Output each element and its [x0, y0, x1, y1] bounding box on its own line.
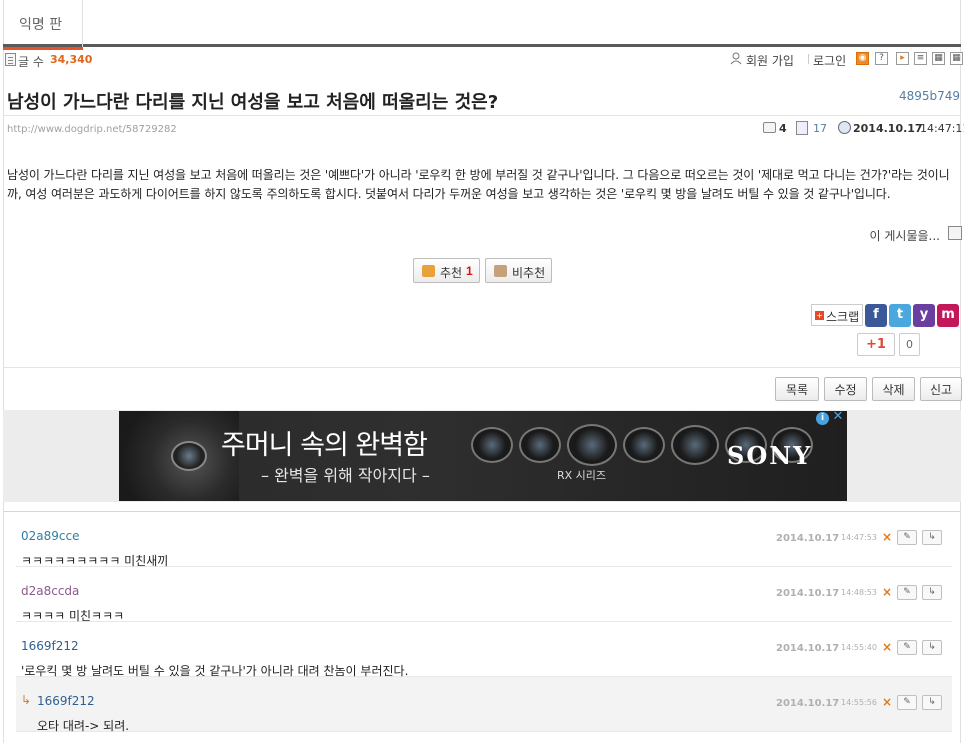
- edit-comment-icon[interactable]: ✎: [897, 695, 917, 710]
- camera-icon: [567, 424, 617, 466]
- comment-item: 02a89cce ㅋㅋㅋㅋㅋㅋㅋㅋㅋ 미친새끼 2014.10.17 14:47…: [16, 512, 952, 568]
- edit-comment-icon[interactable]: ✎: [897, 585, 917, 600]
- divider: [3, 367, 961, 368]
- plus-icon: +: [815, 311, 824, 320]
- scrap-button[interactable]: + 스크랩: [811, 304, 863, 326]
- reply-comment-icon[interactable]: ↳: [922, 640, 942, 655]
- tab-anonymous-board[interactable]: 익명 판: [3, 0, 83, 50]
- comment-time: 14:55:40: [841, 643, 877, 652]
- edit-comment-icon[interactable]: ✎: [897, 640, 917, 655]
- gallery-view-icon[interactable]: ▦: [950, 52, 963, 65]
- google-plus-count: 0: [899, 333, 920, 356]
- edit-comment-icon[interactable]: ✎: [897, 530, 917, 545]
- delete-comment-icon[interactable]: ×: [882, 530, 892, 544]
- report-button[interactable]: 신고: [920, 377, 962, 401]
- comment-time: 14:47:53: [841, 533, 877, 542]
- comment-text: 오타 대려-> 되려.: [37, 719, 130, 733]
- ad-headline: 주머니 속의 완벽함: [221, 430, 428, 461]
- comment-item: 1669f212 '로우킥 몇 방 날려도 버틸 수 있을 것 같구나'가 아니…: [16, 622, 952, 678]
- comment-count: 4: [779, 122, 787, 135]
- camera-icon: [471, 427, 513, 463]
- post-body: 남성이 가느다란 다리를 지닌 여성을 보고 처음에 떠올리는 것은 '예쁘다'…: [7, 168, 950, 201]
- google-plus-button[interactable]: +1: [857, 333, 895, 356]
- comment-author[interactable]: d2a8ccda: [21, 584, 79, 598]
- delete-comment-icon[interactable]: ×: [882, 695, 892, 709]
- edit-button[interactable]: 수정: [824, 377, 867, 401]
- camera-icon: [171, 441, 207, 471]
- scrap-label: 스크랩: [826, 310, 860, 324]
- clock-icon: [838, 121, 851, 134]
- delete-button[interactable]: 삭제: [872, 377, 915, 401]
- comment-time: 14:55:56: [841, 698, 877, 707]
- list-button[interactable]: 목록: [775, 377, 819, 401]
- reply-comment-icon[interactable]: ↳: [922, 585, 942, 600]
- downvote-button[interactable]: 비추천: [485, 258, 552, 283]
- delete-comment-icon[interactable]: ×: [882, 640, 892, 654]
- ad-container: 주머니 속의 완벽함 – 완벽을 위해 작아지다 – RX 시리즈 SONY: [3, 410, 961, 502]
- comment-item: d2a8ccda ㅋㅋㅋㅋ 미친ㅋㅋㅋ 2014.10.17 14:48:53 …: [16, 567, 952, 623]
- help-icon[interactable]: ?: [875, 52, 888, 65]
- downvote-label: 비추천: [512, 266, 546, 280]
- read-count: 17: [813, 122, 827, 135]
- tab-label: 익명 판: [19, 17, 63, 33]
- upvote-count: 1: [466, 264, 473, 278]
- camera-icon: [671, 425, 719, 465]
- document-icon: [5, 53, 16, 66]
- facebook-icon[interactable]: f: [865, 304, 887, 327]
- upvote-label: 추천: [440, 266, 463, 280]
- comment-author[interactable]: 1669f212: [21, 639, 79, 653]
- read-count-icon: [796, 121, 808, 135]
- ad-info-icon[interactable]: i: [816, 412, 829, 425]
- comment-time: 14:48:53: [841, 588, 877, 597]
- board-info-bar: 글 수 34,340 회원 가입 로그인 ◉ ? ▸ ≡ ▦ ▦: [3, 50, 963, 70]
- comment-reply-item: ↳ 1669f212 오타 대려-> 되려. 2014.10.17 14:55:…: [16, 677, 952, 733]
- list-view-icon[interactable]: ≡: [914, 52, 927, 65]
- board-tab-bar: 익명 판: [3, 0, 961, 50]
- post-author[interactable]: 4895b749: [899, 89, 960, 103]
- camera-icon: [519, 427, 561, 463]
- comment-date: 2014.10.17: [776, 533, 840, 544]
- post-time: 14:47:11: [920, 122, 964, 135]
- ad-subline: – 완벽을 위해 작아지다 –: [261, 466, 430, 485]
- ad-brand-logo: SONY: [727, 441, 813, 470]
- camera-icon: [623, 427, 665, 463]
- upvote-button[interactable]: 추천 1: [413, 258, 480, 283]
- delete-comment-icon[interactable]: ×: [882, 585, 892, 599]
- rss-icon[interactable]: ◉: [856, 52, 869, 65]
- thumbs-down-icon: [494, 265, 507, 277]
- web-view-icon[interactable]: ▦: [932, 52, 945, 65]
- related-posts-link[interactable]: 이 게시물을...: [870, 227, 940, 244]
- twitter-icon[interactable]: t: [889, 304, 911, 327]
- slideshow-icon[interactable]: ▸: [896, 52, 909, 65]
- user-icon: [730, 52, 742, 65]
- reply-comment-icon[interactable]: ↳: [922, 530, 942, 545]
- ad-close-icon[interactable]: ✕: [831, 410, 845, 424]
- signup-link[interactable]: 회원 가입: [746, 52, 794, 69]
- divider: [3, 115, 961, 116]
- comment-list: 02a89cce ㅋㅋㅋㅋㅋㅋㅋㅋㅋ 미친새끼 2014.10.17 14:47…: [3, 511, 961, 743]
- login-link[interactable]: 로그인: [813, 52, 846, 69]
- post-count-value: 34,340: [50, 53, 93, 66]
- thumbs-up-icon: [422, 265, 435, 277]
- related-posts-icon[interactable]: [948, 226, 962, 240]
- comment-author[interactable]: 1669f212: [37, 694, 95, 708]
- comment-date: 2014.10.17: [776, 698, 840, 709]
- reply-arrow-icon: ↳: [21, 693, 32, 707]
- comment-date: 2014.10.17: [776, 643, 840, 654]
- post-date: 2014.10.17: [853, 122, 923, 135]
- post-count-label: 글 수: [18, 55, 44, 69]
- comment-author[interactable]: 02a89cce: [21, 529, 79, 543]
- me2day-icon[interactable]: m: [937, 304, 959, 327]
- yozm-icon[interactable]: y: [913, 304, 935, 327]
- post-title: 남성이 가느다란 다리를 지닌 여성을 보고 처음에 떠올리는 것은?: [7, 92, 499, 113]
- ad-banner[interactable]: 주머니 속의 완벽함 – 완벽을 위해 작아지다 – RX 시리즈 SONY: [119, 411, 847, 501]
- reply-comment-icon[interactable]: ↳: [922, 695, 942, 710]
- divider: [808, 54, 809, 64]
- comment-icon: [763, 122, 776, 133]
- comment-date: 2014.10.17: [776, 588, 840, 599]
- post-url[interactable]: http://www.dogdrip.net/58729282: [7, 124, 177, 135]
- ad-series-label: RX 시리즈: [557, 469, 607, 482]
